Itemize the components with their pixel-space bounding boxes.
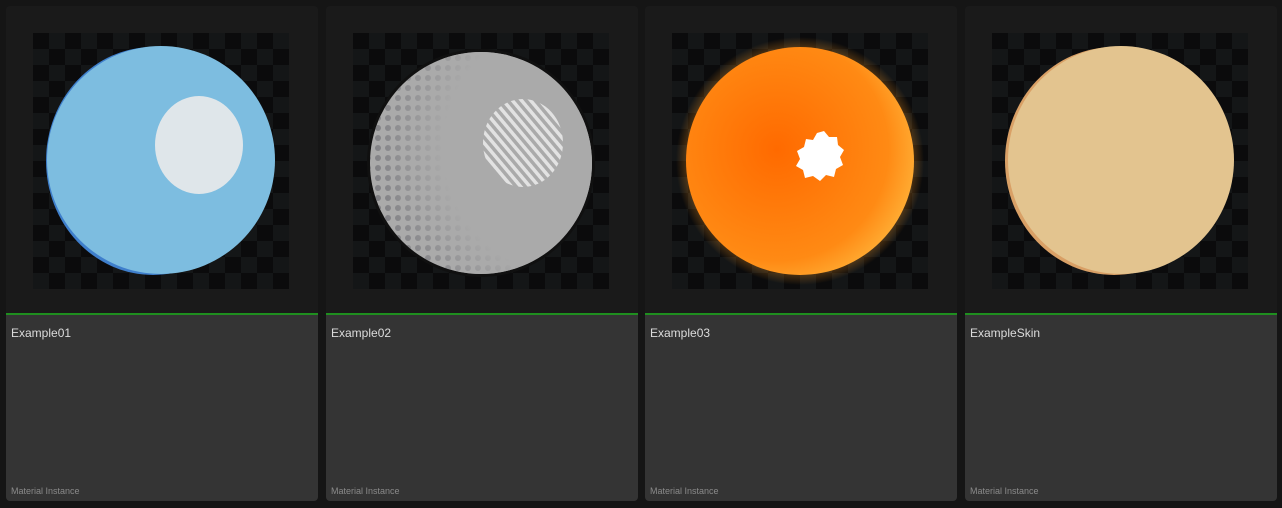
asset-thumbnail-area — [645, 6, 957, 313]
material-sphere-preview-skin — [1005, 46, 1234, 275]
asset-type: Material Instance — [11, 486, 80, 496]
asset-name: Example01 — [11, 326, 72, 340]
asset-tile-exampleskin[interactable]: ExampleSkin Material Instance — [965, 6, 1277, 501]
asset-info: Example02 Material Instance — [326, 315, 638, 501]
asset-info: Example03 Material Instance — [645, 315, 957, 501]
asset-tile-example02[interactable]: Example02 Material Instance — [326, 6, 638, 501]
asset-grid: Example01 Material Instance Example02 Ma… — [0, 0, 1282, 508]
asset-name: Example03 — [650, 326, 711, 340]
asset-thumbnail — [33, 33, 289, 289]
asset-tile-example03[interactable]: Example03 Material Instance — [645, 6, 957, 501]
asset-tile-example01[interactable]: Example01 Material Instance — [6, 6, 318, 501]
asset-thumbnail — [672, 33, 928, 289]
asset-thumbnail-area — [326, 6, 638, 313]
asset-thumbnail — [992, 33, 1248, 289]
asset-type: Material Instance — [970, 486, 1039, 496]
asset-thumbnail-area — [965, 6, 1277, 313]
asset-thumbnail — [353, 33, 609, 289]
material-sphere-preview-blue — [46, 46, 275, 275]
asset-type: Material Instance — [650, 486, 719, 496]
asset-type: Material Instance — [331, 486, 400, 496]
asset-info: ExampleSkin Material Instance — [965, 315, 1277, 501]
material-sphere-preview-gray — [367, 49, 595, 277]
asset-name: Example02 — [331, 326, 392, 340]
material-sphere-preview-orange — [676, 37, 924, 285]
asset-info: Example01 Material Instance — [6, 315, 318, 501]
asset-thumbnail-area — [6, 6, 318, 313]
asset-name: ExampleSkin — [970, 326, 1041, 340]
